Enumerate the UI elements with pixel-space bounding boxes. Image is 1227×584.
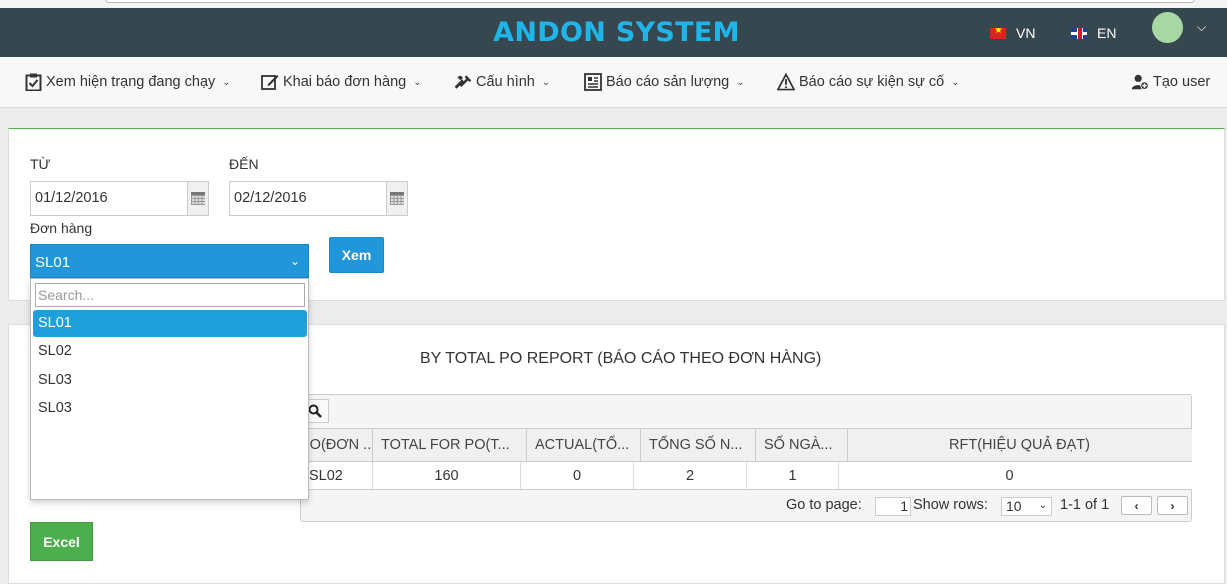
nav-running-status[interactable]: Xem hiện trạng đang chạy ⌄: [24, 73, 231, 91]
grid-header: PO(ĐƠN ... TOTAL FOR PO(T... ACTUAL(TỔ..…: [300, 428, 1192, 462]
table-row[interactable]: SL02 160 0 2 1 0: [300, 462, 1192, 490]
view-button[interactable]: Xem: [329, 237, 384, 273]
dropdown-option[interactable]: SL03: [33, 367, 307, 394]
chevron-down-icon: ⌄: [1038, 500, 1047, 511]
uk-flag-icon: [1071, 27, 1087, 39]
page-range-text: 1-1 of 1: [1060, 497, 1110, 513]
column-header-so-ngay[interactable]: SỐ NGÀ...: [756, 429, 848, 462]
language-vn[interactable]: VN: [990, 25, 1035, 41]
nav-config-label: Cấu hình: [476, 74, 535, 90]
dropdown-search-input[interactable]: Search...: [35, 283, 305, 307]
to-date-field[interactable]: 02/12/2016: [229, 181, 408, 216]
chevron-down-icon: ⌄: [541, 76, 551, 88]
cell-po: SL02: [300, 462, 373, 489]
order-dropdown: Search... SL01 SL02 SL03 SL03: [30, 278, 309, 500]
calendar-icon[interactable]: [187, 182, 208, 215]
report-icon: [584, 73, 602, 91]
chevron-down-icon: ⌄: [222, 76, 231, 88]
page-number-input[interactable]: 1: [875, 497, 911, 516]
cell-total: 160: [373, 462, 521, 489]
chevron-down-icon: ⌄: [289, 254, 300, 268]
order-selected-value: SL01: [35, 254, 71, 271]
nav-incident-report-label: Báo cáo sự kiện sự cố: [799, 74, 945, 90]
main-navbar: Xem hiện trạng đang chạy ⌄ Khai báo đơn …: [0, 57, 1227, 108]
dropdown-option[interactable]: SL02: [33, 338, 307, 365]
go-to-page-label: Go to page:: [786, 497, 862, 513]
cell-tong-so: 2: [634, 462, 747, 489]
edit-icon: [261, 73, 279, 91]
chevron-down-icon: ⌄: [413, 76, 422, 88]
browser-top-strip: [0, 0, 1227, 8]
nav-output-report-label: Báo cáo sản lượng: [606, 74, 730, 90]
report-title: BY TOTAL PO REPORT (BÁO CÁO THEO ĐƠN HÀN…: [420, 350, 822, 367]
vietnam-flag-icon: [990, 27, 1006, 39]
chevron-left-icon: ‹: [1134, 498, 1139, 513]
from-label: TỪ: [30, 156, 51, 172]
chevron-right-icon: ›: [1170, 498, 1175, 513]
cell-so-ngay: 1: [747, 462, 839, 489]
tools-icon: [454, 73, 472, 91]
column-header-tong-so[interactable]: TỔNG SỐ N...: [641, 429, 756, 462]
to-date-value[interactable]: 02/12/2016: [230, 182, 386, 215]
order-label: Đơn hàng: [30, 220, 93, 236]
nav-order-declare[interactable]: Khai báo đơn hàng ⌄: [261, 73, 422, 91]
create-user-link[interactable]: Tạo user: [1131, 73, 1210, 91]
language-vn-label: VN: [1016, 25, 1036, 41]
cell-rft: 0: [1005, 468, 1014, 484]
nav-output-report[interactable]: Báo cáo sản lượng ⌄: [584, 73, 745, 91]
chevron-down-icon: ⌄: [951, 76, 960, 88]
clipboard-check-icon: [24, 73, 42, 91]
nav-incident-report[interactable]: Báo cáo sự kiện sự cố ⌄: [777, 73, 960, 91]
order-select[interactable]: SL01 ⌄: [30, 244, 309, 278]
column-header-total[interactable]: TOTAL FOR PO(T...: [373, 429, 527, 462]
add-user-icon: [1131, 73, 1149, 91]
user-avatar[interactable]: [1152, 12, 1183, 43]
column-header-po[interactable]: PO(ĐƠN ...: [300, 429, 373, 462]
address-bar[interactable]: [105, 0, 1195, 3]
column-header-rft[interactable]: RFT(HIỆU QUẢ ĐẠT): [848, 429, 1191, 462]
next-page-button[interactable]: ›: [1157, 496, 1188, 515]
nav-running-status-label: Xem hiện trạng đang chạy: [46, 74, 216, 90]
chevron-down-icon: ⌄: [736, 76, 745, 88]
from-date-value[interactable]: 01/12/2016: [31, 182, 187, 215]
search-icon: [308, 404, 322, 418]
prev-page-button[interactable]: ‹: [1121, 496, 1152, 515]
from-date-field[interactable]: 01/12/2016: [30, 181, 209, 216]
chevron-down-icon[interactable]: ⌵: [1197, 20, 1206, 35]
nav-config[interactable]: Cấu hình ⌄: [454, 73, 550, 91]
to-label: ĐẾN: [229, 156, 259, 172]
cell-actual: 0: [521, 462, 634, 489]
warning-icon: [777, 73, 795, 91]
app-header: ANDON SYSTEM VN EN ⌵: [0, 8, 1227, 57]
app-title: ANDON SYSTEM: [493, 17, 740, 48]
calendar-icon[interactable]: [386, 182, 407, 215]
column-header-actual[interactable]: ACTUAL(TỔ...: [527, 429, 641, 462]
nav-order-declare-label: Khai báo đơn hàng: [283, 74, 407, 90]
dropdown-option[interactable]: SL03: [33, 395, 307, 422]
rows-per-page-select[interactable]: 10 ⌄: [1001, 497, 1052, 516]
language-en[interactable]: EN: [1071, 25, 1116, 41]
rows-per-page-value: 10: [1006, 498, 1022, 514]
create-user-label: Tạo user: [1153, 74, 1211, 90]
show-rows-label: Show rows:: [913, 497, 988, 513]
excel-export-button[interactable]: Excel: [30, 522, 93, 561]
dropdown-option[interactable]: SL01: [33, 310, 307, 337]
language-en-label: EN: [1097, 25, 1117, 41]
